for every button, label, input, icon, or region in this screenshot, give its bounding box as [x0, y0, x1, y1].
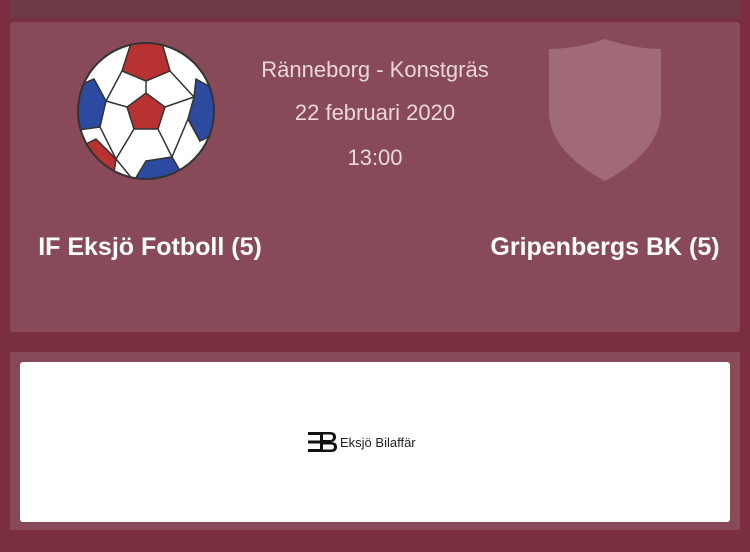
sponsor-card: Eksjö Bilaffär [10, 352, 740, 530]
sponsor-banner[interactable]: Eksjö Bilaffär [20, 362, 730, 522]
match-card[interactable]: Ränneborg - Konstgräs 22 februari 2020 1… [10, 22, 740, 332]
match-time: 13:00 [347, 145, 403, 170]
sponsor-name: Eksjö Bilaffär [340, 434, 416, 450]
sponsor-logo: Eksjö Bilaffär [308, 428, 416, 456]
match-info: Ränneborg - Konstgräs 22 februari 2020 1… [260, 54, 490, 173]
match-date: 22 februari 2020 [294, 100, 456, 125]
top-strip [10, 0, 740, 18]
away-team-name: Gripenbergs BK (5) [490, 233, 720, 261]
shield-icon [549, 39, 661, 181]
home-team-name: IF Eksjö Fotboll (5) [38, 233, 262, 261]
sponsor-mark-icon [308, 432, 337, 452]
match-venue: Ränneborg - Konstgräs [261, 57, 489, 82]
football-icon [77, 42, 215, 180]
